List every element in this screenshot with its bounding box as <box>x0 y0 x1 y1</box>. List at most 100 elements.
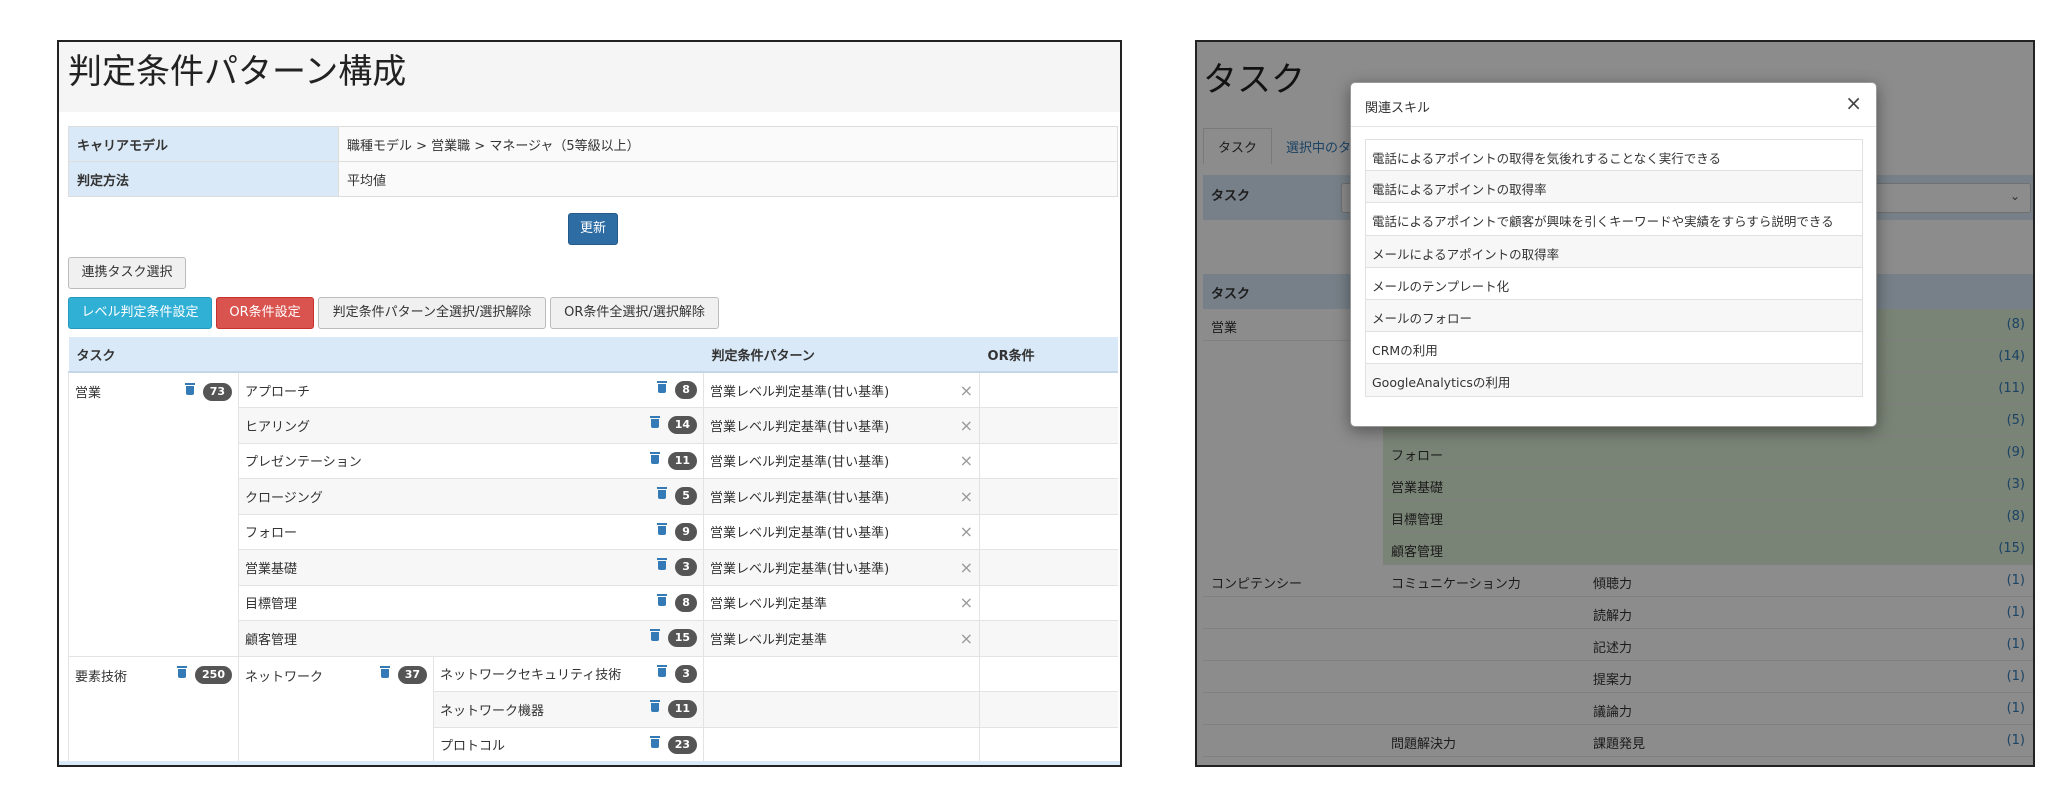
level-condition-button[interactable]: レベル判定条件設定 <box>68 297 212 329</box>
trash-icon[interactable] <box>657 487 668 500</box>
pattern-cell[interactable] <box>703 691 981 728</box>
or-toggle-button[interactable]: OR条件全選択/選択解除 <box>550 297 719 329</box>
pattern-cell: 営業レベル判定基準(甘い基準) × <box>703 478 981 515</box>
trash-icon[interactable] <box>657 381 668 393</box>
clear-icon[interactable]: × <box>960 451 973 470</box>
count-badge: 11 <box>667 700 698 719</box>
modal-header: 関連スキル × <box>1351 83 1876 127</box>
judge-method-value: 平均値 <box>338 161 1118 197</box>
clear-icon[interactable]: × <box>960 416 973 435</box>
or-cell[interactable] <box>979 584 1118 621</box>
task-label: 目標管理 <box>245 597 298 613</box>
career-model-value: 職種モデル > 営業職 > マネージャ（5等級以上） <box>338 126 1118 162</box>
pattern-label: 営業レベル判定基準(甘い基準) <box>710 561 890 577</box>
task-label: プレゼンテーション <box>245 455 362 471</box>
pattern-cell: 営業レベル判定基準(甘い基準) × <box>703 442 981 479</box>
task-cell: フォロー 9 <box>237 513 705 550</box>
or-cell[interactable] <box>979 371 1118 408</box>
task-cell: ネットワーク機器 11 <box>432 691 705 728</box>
count-badge: 14 <box>667 416 698 435</box>
pattern-cell: 営業レベル判定基準(甘い基準) × <box>703 407 981 444</box>
trash-icon[interactable] <box>649 735 660 748</box>
update-button[interactable]: 更新 <box>568 213 618 245</box>
info-table: キャリアモデル 職種モデル > 営業職 > マネージャ（5等級以上） 判定方法 … <box>68 126 1118 197</box>
category-cell-sales: 営業 73 <box>68 371 239 657</box>
pattern-cell: 営業レベル判定基準 × <box>703 584 981 621</box>
or-cell[interactable] <box>979 726 1118 763</box>
pattern-label: 営業レベル判定基準(甘い基準) <box>710 455 890 471</box>
clear-icon[interactable]: × <box>960 487 973 506</box>
list-item: メールによるアポイントの取得率 <box>1365 235 1863 268</box>
or-cell[interactable] <box>979 407 1118 444</box>
count-badge: 5 <box>675 487 698 506</box>
trash-icon[interactable] <box>177 666 188 678</box>
table-row: 営業 73 アプローチ 8 営業レベル判定基準(甘い基準) × <box>68 371 1118 657</box>
close-icon[interactable]: × <box>1845 91 1862 115</box>
skill-list: 電話によるアポイントの取得を気後れすることなく実行できる 電話によるアポイントの… <box>1365 139 1863 397</box>
modal-title: 関連スキル <box>1365 101 1431 116</box>
task-cell: 顧客管理 15 <box>237 620 705 657</box>
list-item: メールのフォロー <box>1365 299 1863 333</box>
category-label: 要素技術 <box>75 669 128 685</box>
pattern-cell[interactable] <box>703 655 981 692</box>
clear-icon[interactable]: × <box>960 593 973 612</box>
list-item: メールのテンプレート化 <box>1365 267 1863 300</box>
list-item: 電話によるアポイントの取得率 <box>1365 171 1863 204</box>
or-cell[interactable] <box>979 442 1118 479</box>
trash-icon[interactable] <box>657 664 668 677</box>
trash-icon[interactable] <box>649 416 660 429</box>
trash-icon[interactable] <box>184 382 195 395</box>
info-row: 判定方法 平均値 <box>68 161 1118 197</box>
trash-icon[interactable] <box>649 451 660 464</box>
pattern-cell: 営業レベル判定基準(甘い基準) × <box>703 549 981 586</box>
clear-icon[interactable]: × <box>960 558 973 577</box>
task-label: 営業基礎 <box>245 561 298 577</box>
count-badge: 3 <box>675 664 698 683</box>
or-cell[interactable] <box>979 655 1118 692</box>
pattern-label: 営業レベル判定基準 <box>710 632 828 648</box>
trash-icon[interactable] <box>657 558 668 571</box>
pattern-label: 営業レベル判定基準(甘い基準) <box>710 490 890 506</box>
count-badge: 250 <box>195 666 232 684</box>
clear-icon[interactable]: × <box>960 522 973 541</box>
page-title: 判定条件パターン構成 <box>68 52 407 92</box>
linked-task-button[interactable]: 連携タスク選択 <box>68 257 186 289</box>
career-model-label: キャリアモデル <box>68 126 339 162</box>
count-badge: 37 <box>397 666 427 684</box>
or-cell[interactable] <box>979 549 1118 586</box>
task-label: ネットワーク機器 <box>440 703 545 719</box>
title-area: 判定条件パターン構成 <box>59 42 1120 112</box>
trash-icon[interactable] <box>649 700 660 713</box>
count-badge: 8 <box>675 381 698 399</box>
or-column-header: OR条件 <box>979 337 1118 373</box>
trash-icon[interactable] <box>379 666 390 678</box>
pattern-label: 営業レベル判定基準 <box>710 597 828 613</box>
or-cell[interactable] <box>979 478 1118 515</box>
trash-icon[interactable] <box>657 593 668 606</box>
related-skills-modal: 関連スキル × 電話によるアポイントの取得を気後れすることなく実行できる 電話に… <box>1350 82 1877 427</box>
trash-icon[interactable] <box>657 522 668 535</box>
pattern-toggle-button[interactable]: 判定条件パターン全選択/選択解除 <box>318 297 546 329</box>
pattern-cell[interactable] <box>703 726 981 763</box>
or-cell[interactable] <box>979 691 1118 728</box>
count-badge: 3 <box>675 558 698 577</box>
list-item: 電話によるアポイントで顧客が興味を引くキーワードや実績をすらすら説明できる <box>1365 203 1863 236</box>
task-label: ヒアリング <box>245 419 311 435</box>
or-condition-button[interactable]: OR条件設定 <box>216 297 314 329</box>
table-bottom-bar <box>59 761 1120 765</box>
task-label: フォロー <box>245 526 298 542</box>
clear-icon[interactable]: × <box>960 629 973 648</box>
info-row: キャリアモデル 職種モデル > 営業職 > マネージャ（5等級以上） <box>68 126 1118 162</box>
table-row: 要素技術 250 ネットワーク 37 ネットワークセキュリティ技術 3 <box>68 655 1118 763</box>
task-label: 顧客管理 <box>245 632 298 648</box>
or-cell[interactable] <box>979 513 1118 550</box>
or-cell[interactable] <box>979 620 1118 657</box>
task-label: プロトコル <box>440 739 506 755</box>
task-cell: ヒアリング 14 <box>237 407 705 444</box>
trash-icon[interactable] <box>649 629 660 642</box>
task-table: タスク 判定条件パターン OR条件 営業 73 アプローチ 8 営業レベル判定基準… <box>68 337 1118 765</box>
task-cell: プロトコル 23 <box>432 726 705 763</box>
clear-icon[interactable]: × <box>960 381 973 400</box>
category-cell-tech: 要素技術 250 <box>68 655 239 763</box>
task-column-header: タスク <box>68 337 704 373</box>
